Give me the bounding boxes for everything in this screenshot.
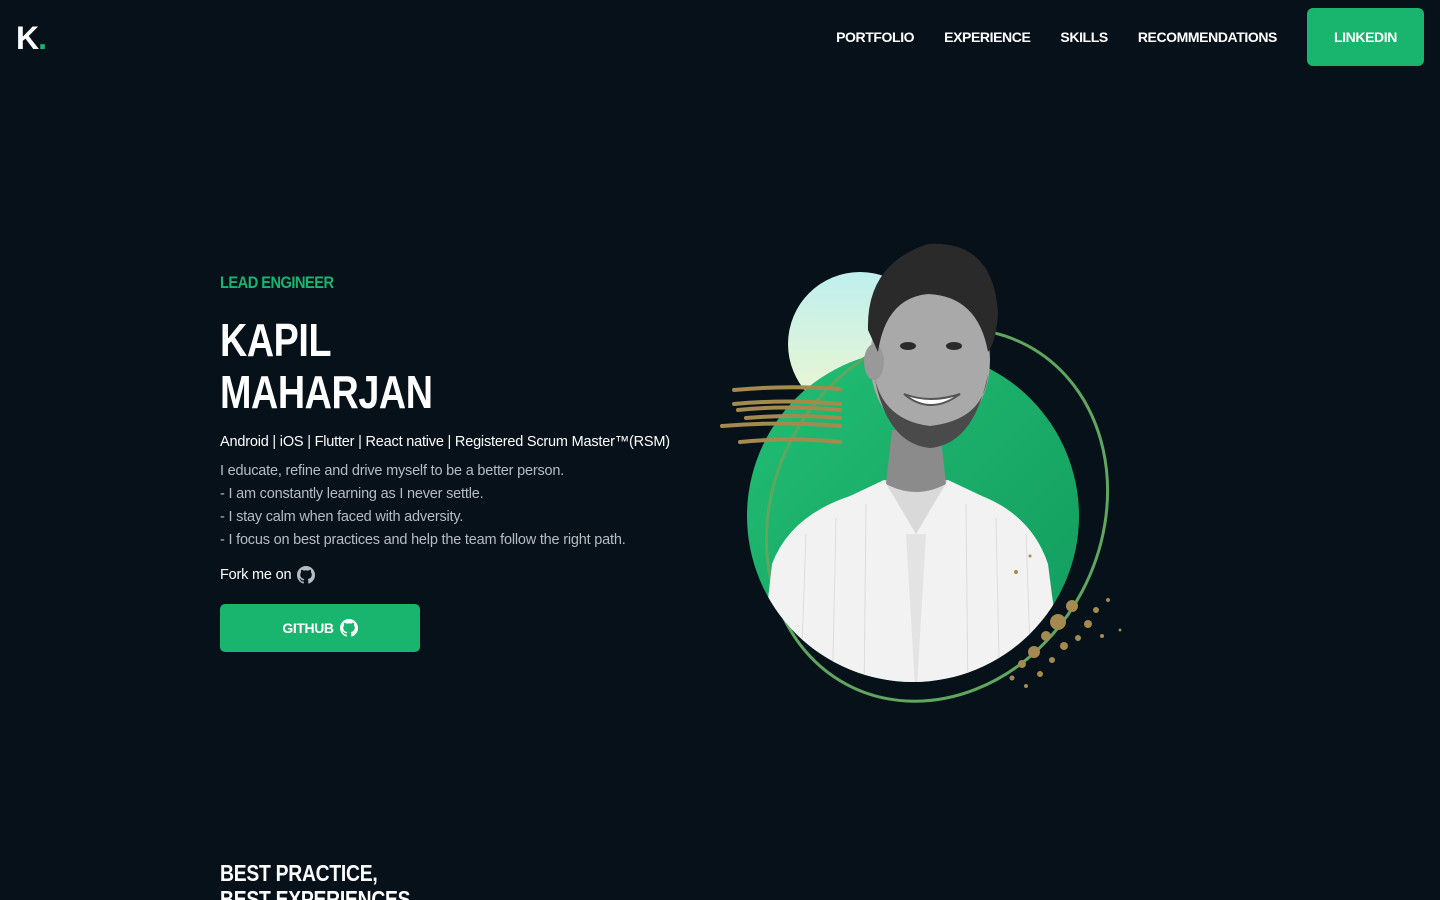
job-title: LEAD ENGINEER xyxy=(220,273,334,292)
top-nav: PORTFOLIO EXPERIENCE SKILLS RECOMMENDATI… xyxy=(836,8,1424,66)
github-icon xyxy=(339,619,358,637)
github-button[interactable]: GITHUB xyxy=(220,604,420,652)
profile-portrait xyxy=(716,234,1136,704)
nav-link-recommendations[interactable]: RECOMMENDATIONS xyxy=(1138,29,1278,45)
fork-me-text: Fork me on xyxy=(220,567,292,583)
section-title-line: BEST PRACTICE, xyxy=(220,860,378,886)
ear xyxy=(864,344,884,380)
person-name: KAPIL MAHARJAN xyxy=(220,314,630,418)
bio: I educate, refine and drive myself to be… xyxy=(220,460,720,552)
nav-link-skills[interactable]: SKILLS xyxy=(1060,29,1108,45)
nav-link-portfolio[interactable]: PORTFOLIO xyxy=(836,29,914,45)
site-logo[interactable]: K. xyxy=(16,20,47,56)
github-icon[interactable] xyxy=(297,566,316,584)
bio-line: I educate, refine and drive myself to be… xyxy=(220,463,565,479)
skills-tagline: Android | iOS | Flutter | React native |… xyxy=(220,434,670,450)
bio-line: - I focus on best practices and help the… xyxy=(220,532,626,548)
bio-line: - I stay calm when faced with adversity. xyxy=(220,509,464,525)
fork-me-label: Fork me on xyxy=(220,562,720,588)
linkedin-button[interactable]: LINKEDIN xyxy=(1307,8,1424,66)
name-line-last: MAHARJAN xyxy=(220,366,433,418)
section-title-line: BEST EXPERIENCES xyxy=(220,886,411,900)
section-title: BEST PRACTICE, BEST EXPERIENCES xyxy=(220,860,411,900)
hero-section: LEAD ENGINEER KAPIL MAHARJAN Android | i… xyxy=(220,272,720,652)
nav-link-experience[interactable]: EXPERIENCE xyxy=(944,29,1031,45)
bio-line: - I am constantly learning as I never se… xyxy=(220,486,484,502)
name-line-first: KAPIL xyxy=(220,314,332,366)
logo-letter: K xyxy=(16,20,39,56)
logo-dot: . xyxy=(38,20,47,56)
github-button-label: GITHUB xyxy=(282,620,334,636)
